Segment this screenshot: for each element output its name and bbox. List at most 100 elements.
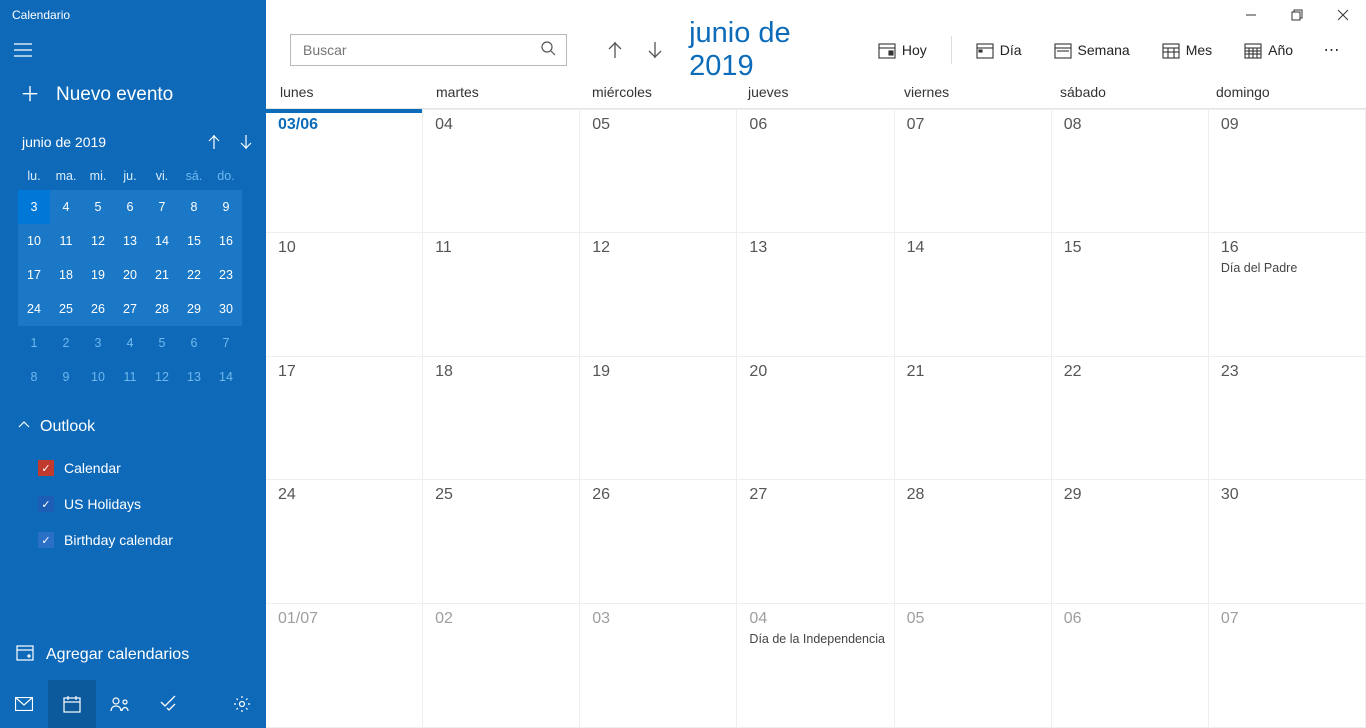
people-button[interactable] (96, 680, 144, 728)
mini-day[interactable]: 3 (18, 190, 50, 224)
mini-day[interactable]: 13 (114, 224, 146, 258)
mini-day[interactable]: 5 (82, 190, 114, 224)
calendar-cell[interactable]: 13 (737, 233, 894, 357)
mini-day[interactable]: 10 (82, 360, 114, 394)
mini-day[interactable]: 4 (50, 190, 82, 224)
mini-day[interactable]: 14 (146, 224, 178, 258)
mail-button[interactable] (0, 680, 48, 728)
calendar-cell[interactable]: 02 (423, 604, 580, 728)
calendar-cell[interactable]: 25 (423, 480, 580, 604)
mini-day[interactable]: 15 (178, 224, 210, 258)
week-view-button[interactable]: Semana (1042, 30, 1142, 70)
calendar-cell[interactable]: 06 (1052, 604, 1209, 728)
calendar-cell[interactable]: 16Día del Padre (1209, 233, 1366, 357)
calendar-cell[interactable]: 06 (737, 109, 894, 233)
mini-day[interactable]: 12 (146, 360, 178, 394)
calendar-cell[interactable]: 05 (895, 604, 1052, 728)
mini-day[interactable]: 7 (210, 326, 242, 360)
mini-day[interactable]: 11 (114, 360, 146, 394)
search-input[interactable] (303, 42, 540, 58)
mini-day[interactable]: 10 (18, 224, 50, 258)
checkbox-icon[interactable]: ✓ (38, 496, 54, 512)
calendar-cell[interactable]: 07 (895, 109, 1052, 233)
calendar-cell[interactable]: 09 (1209, 109, 1366, 233)
prev-month-button[interactable] (595, 30, 635, 70)
close-button[interactable] (1320, 0, 1366, 30)
mini-day[interactable]: 9 (210, 190, 242, 224)
mini-day[interactable]: 30 (210, 292, 242, 326)
calendar-cell[interactable]: 05 (580, 109, 737, 233)
new-event-button[interactable]: ＋ Nuevo evento (0, 70, 266, 124)
mini-day[interactable]: 13 (178, 360, 210, 394)
mini-day[interactable]: 7 (146, 190, 178, 224)
search-box[interactable] (290, 34, 567, 66)
mini-day[interactable]: 17 (18, 258, 50, 292)
mini-day[interactable]: 19 (82, 258, 114, 292)
calendar-cell[interactable]: 20 (737, 357, 894, 481)
calendar-item[interactable]: ✓US Holidays (0, 486, 266, 522)
mini-day[interactable]: 12 (82, 224, 114, 258)
calendar-cell[interactable]: 29 (1052, 480, 1209, 604)
mini-day[interactable]: 8 (178, 190, 210, 224)
calendar-cell[interactable]: 08 (1052, 109, 1209, 233)
calendar-cell[interactable]: 26 (580, 480, 737, 604)
calendar-cell[interactable]: 10 (266, 233, 423, 357)
mini-day[interactable]: 9 (50, 360, 82, 394)
search-icon[interactable] (540, 40, 556, 61)
calendar-cell[interactable]: 14 (895, 233, 1052, 357)
mini-day[interactable]: 22 (178, 258, 210, 292)
mini-next-button[interactable] (232, 128, 260, 156)
calendar-cell[interactable]: 28 (895, 480, 1052, 604)
month-title[interactable]: junio de 2019 (689, 17, 850, 83)
account-section-header[interactable]: Outlook (0, 400, 266, 446)
event-label[interactable]: Día del Padre (1221, 261, 1357, 275)
calendar-cell[interactable]: 04Día de la Independencia (737, 604, 894, 728)
calendar-item[interactable]: ✓Calendar (0, 450, 266, 486)
calendar-cell[interactable]: 03 (580, 604, 737, 728)
mini-day[interactable]: 21 (146, 258, 178, 292)
mini-day[interactable]: 3 (82, 326, 114, 360)
mini-day[interactable]: 26 (82, 292, 114, 326)
calendar-cell[interactable]: 18 (423, 357, 580, 481)
calendar-button[interactable] (48, 680, 96, 728)
settings-button[interactable] (218, 680, 266, 728)
calendar-cell[interactable]: 27 (737, 480, 894, 604)
mini-day[interactable]: 28 (146, 292, 178, 326)
mini-day[interactable]: 6 (114, 190, 146, 224)
calendar-cell[interactable]: 15 (1052, 233, 1209, 357)
maximize-button[interactable] (1274, 0, 1320, 30)
year-view-button[interactable]: Año (1232, 30, 1305, 70)
calendar-cell[interactable]: 24 (266, 480, 423, 604)
mini-day[interactable]: 24 (18, 292, 50, 326)
mini-day[interactable]: 14 (210, 360, 242, 394)
calendar-cell[interactable]: 17 (266, 357, 423, 481)
calendar-cell[interactable]: 03/06 (266, 109, 423, 233)
checkbox-icon[interactable]: ✓ (38, 460, 54, 476)
month-view-button[interactable]: Mes (1150, 30, 1224, 70)
mini-day[interactable]: 6 (178, 326, 210, 360)
add-calendar-button[interactable]: Agregar calendarios (0, 631, 266, 680)
calendar-cell[interactable]: 22 (1052, 357, 1209, 481)
mini-day[interactable]: 27 (114, 292, 146, 326)
mini-day[interactable]: 18 (50, 258, 82, 292)
next-month-button[interactable] (635, 30, 675, 70)
today-button[interactable]: Hoy (866, 30, 939, 70)
event-label[interactable]: Día de la Independencia (749, 632, 885, 646)
minimize-button[interactable] (1228, 0, 1274, 30)
mini-day[interactable]: 4 (114, 326, 146, 360)
calendar-cell[interactable]: 01/07 (266, 604, 423, 728)
hamburger-button[interactable] (0, 30, 46, 70)
mini-day[interactable]: 8 (18, 360, 50, 394)
mini-day[interactable]: 16 (210, 224, 242, 258)
todo-button[interactable] (144, 680, 192, 728)
calendar-cell[interactable]: 23 (1209, 357, 1366, 481)
mini-day[interactable]: 29 (178, 292, 210, 326)
calendar-cell[interactable]: 21 (895, 357, 1052, 481)
mini-month-label[interactable]: junio de 2019 (22, 134, 106, 150)
mini-day[interactable]: 11 (50, 224, 82, 258)
checkbox-icon[interactable]: ✓ (38, 532, 54, 548)
mini-prev-button[interactable] (200, 128, 228, 156)
calendar-cell[interactable]: 19 (580, 357, 737, 481)
day-view-button[interactable]: Día (964, 30, 1034, 70)
calendar-cell[interactable]: 12 (580, 233, 737, 357)
